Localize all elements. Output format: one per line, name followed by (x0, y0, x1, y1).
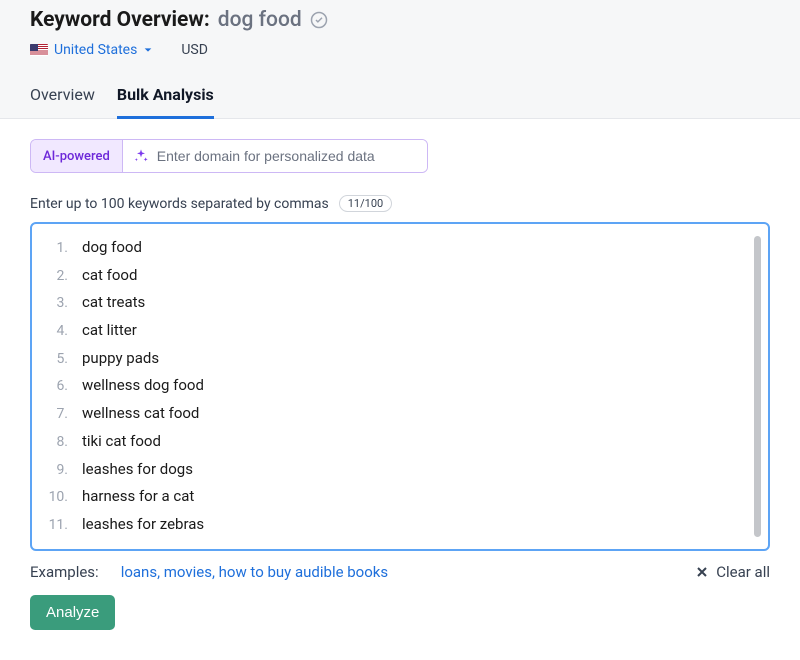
keyword-number: 11. (46, 515, 68, 537)
keyword-row[interactable]: 6. wellness dog food (46, 372, 752, 400)
chevron-down-icon (143, 45, 153, 55)
keyword-row[interactable]: 1. dog food (46, 234, 752, 262)
keyword-text: harness for a cat (82, 485, 194, 508)
keyword-text: tiki cat food (82, 430, 161, 453)
close-icon (696, 566, 708, 578)
keyword-number: 5. (46, 349, 68, 371)
keyword-text: leashes for zebras (82, 513, 204, 536)
currency-label: USD (181, 42, 208, 58)
keyword-row[interactable]: 7. wellness cat food (46, 400, 752, 428)
scrollbar-thumb[interactable] (754, 236, 761, 537)
page-title-query: dog food (218, 8, 302, 32)
keyword-text: cat treats (82, 291, 145, 314)
clear-all-button[interactable]: Clear all (696, 563, 770, 581)
keyword-row[interactable]: 9. leashes for dogs (46, 456, 752, 484)
ai-powered-badge: AI-powered (31, 140, 122, 172)
region-selector[interactable]: United States (30, 42, 153, 58)
scrollbar[interactable] (752, 234, 762, 539)
examples-link[interactable]: loans, movies, how to buy audible books (121, 563, 388, 581)
keyword-row[interactable]: 4. cat litter (46, 317, 752, 345)
keyword-number: 8. (46, 432, 68, 454)
keyword-text: cat food (82, 264, 137, 287)
keyword-text: puppy pads (82, 347, 159, 370)
keyword-counter: 11/100 (339, 195, 392, 212)
keyword-number: 10. (46, 487, 68, 509)
ai-domain-row: AI-powered (30, 139, 428, 173)
keyword-number: 7. (46, 404, 68, 426)
tab-bulk-analysis[interactable]: Bulk Analysis (117, 77, 214, 119)
keyword-row[interactable]: 8. tiki cat food (46, 428, 752, 456)
keyword-number: 6. (46, 376, 68, 398)
keyword-number: 4. (46, 321, 68, 343)
keyword-row[interactable]: 3. cat treats (46, 289, 752, 317)
tabs: Overview Bulk Analysis (30, 76, 770, 118)
keyword-number: 2. (46, 266, 68, 288)
keyword-textarea[interactable]: 1. dog food 2. cat food 3. cat treats 4. cat li… (30, 222, 770, 551)
keyword-number: 9. (46, 460, 68, 482)
keyword-row[interactable]: 10. harness for a cat (46, 483, 752, 511)
tab-overview[interactable]: Overview (30, 77, 95, 119)
keyword-text: wellness cat food (82, 402, 199, 425)
keyword-text: cat litter (82, 319, 137, 342)
keyword-row[interactable]: 5. puppy pads (46, 345, 752, 373)
keyword-text: wellness dog food (82, 374, 204, 397)
analyze-button[interactable]: Analyze (30, 595, 115, 630)
checkmark-circle-icon (310, 11, 328, 29)
region-name: United States (54, 42, 137, 58)
page-title-label: Keyword Overview: (30, 8, 210, 32)
keyword-text: dog food (82, 236, 142, 259)
flag-us-icon (30, 44, 48, 56)
clear-all-label: Clear all (716, 563, 770, 581)
keyword-text: leashes for dogs (82, 458, 193, 481)
keyword-row[interactable]: 2. cat food (46, 262, 752, 290)
keyword-number: 1. (46, 238, 68, 260)
keyword-row[interactable]: 11. leashes for zebras (46, 511, 752, 539)
keyword-number: 3. (46, 293, 68, 315)
instruction-text: Enter up to 100 keywords separated by co… (30, 196, 329, 212)
sparkle-icon (133, 148, 149, 164)
domain-input[interactable] (157, 140, 417, 172)
page-title-row: Keyword Overview: dog food (30, 8, 770, 32)
examples-label: Examples: (30, 563, 99, 581)
